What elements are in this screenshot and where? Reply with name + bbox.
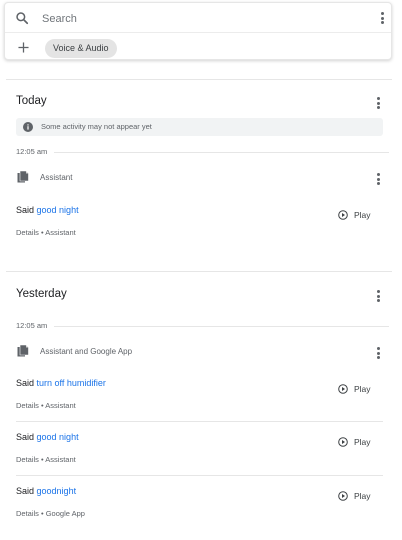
play-circle-icon [338, 384, 348, 394]
product-group-more-vert-icon[interactable] [371, 346, 385, 360]
search-bar [5, 3, 391, 33]
info-icon [23, 122, 33, 132]
product-group-more-vert-icon[interactable] [371, 172, 385, 186]
plus-icon[interactable] [18, 42, 29, 53]
search-icon[interactable] [15, 11, 29, 25]
section-divider [6, 79, 392, 80]
activity-details-link[interactable]: Details • Assistant [16, 455, 76, 464]
section-title-yesterday: Yesterday [16, 288, 67, 300]
activity-said-text: Said goodnight [16, 486, 76, 496]
said-label: Said [16, 205, 35, 215]
time-divider [54, 326, 389, 327]
activity-said-text: Said turn off humidifier [16, 378, 106, 388]
activity-notice: Some activity may not appear yet [16, 118, 383, 136]
filter-chip-voice-audio[interactable]: Voice & Audio [45, 39, 117, 58]
filter-row: Voice & Audio [5, 33, 391, 61]
play-circle-icon [338, 437, 348, 447]
activity-details-link[interactable]: Details • Google App [16, 509, 85, 518]
time-row: 12:05 am [16, 147, 389, 157]
section-divider [6, 271, 392, 272]
play-label: Play [354, 491, 371, 501]
search-options-more-vert-icon[interactable] [375, 11, 389, 25]
section-title-today: Today [16, 95, 47, 107]
activity-details-link[interactable]: Details • Assistant [16, 228, 76, 237]
notice-text: Some activity may not appear yet [41, 122, 152, 131]
timestamp: 12:05 am [16, 147, 48, 156]
today-more-vert-icon[interactable] [371, 96, 385, 110]
play-circle-icon [338, 210, 348, 220]
time-row: 12:05 am [16, 321, 389, 331]
item-divider [16, 475, 383, 476]
item-divider [16, 421, 383, 422]
document-icon [17, 171, 29, 183]
activity-details-link[interactable]: Details • Assistant [16, 401, 76, 410]
said-label: Said [16, 378, 35, 388]
document-icon [17, 345, 29, 357]
said-label: Said [16, 486, 35, 496]
yesterday-more-vert-icon[interactable] [371, 289, 385, 303]
product-name: Assistant [40, 173, 73, 182]
product-name: Assistant and Google App [40, 347, 133, 356]
query-link[interactable]: goodnight [37, 486, 77, 496]
time-divider [54, 152, 389, 153]
query-link[interactable]: turn off humidifier [37, 378, 106, 388]
search-card: Voice & Audio [4, 2, 392, 60]
activity-said-text: Said good night [16, 432, 79, 442]
timestamp: 12:05 am [16, 321, 48, 330]
activity-said-text: Said good night [16, 205, 79, 215]
said-label: Said [16, 432, 35, 442]
search-input[interactable] [42, 11, 342, 27]
play-circle-icon [338, 491, 348, 501]
query-link[interactable]: good night [37, 205, 79, 215]
query-link[interactable]: good night [37, 432, 79, 442]
play-label: Play [354, 384, 371, 394]
play-label: Play [354, 210, 371, 220]
play-label: Play [354, 437, 371, 447]
